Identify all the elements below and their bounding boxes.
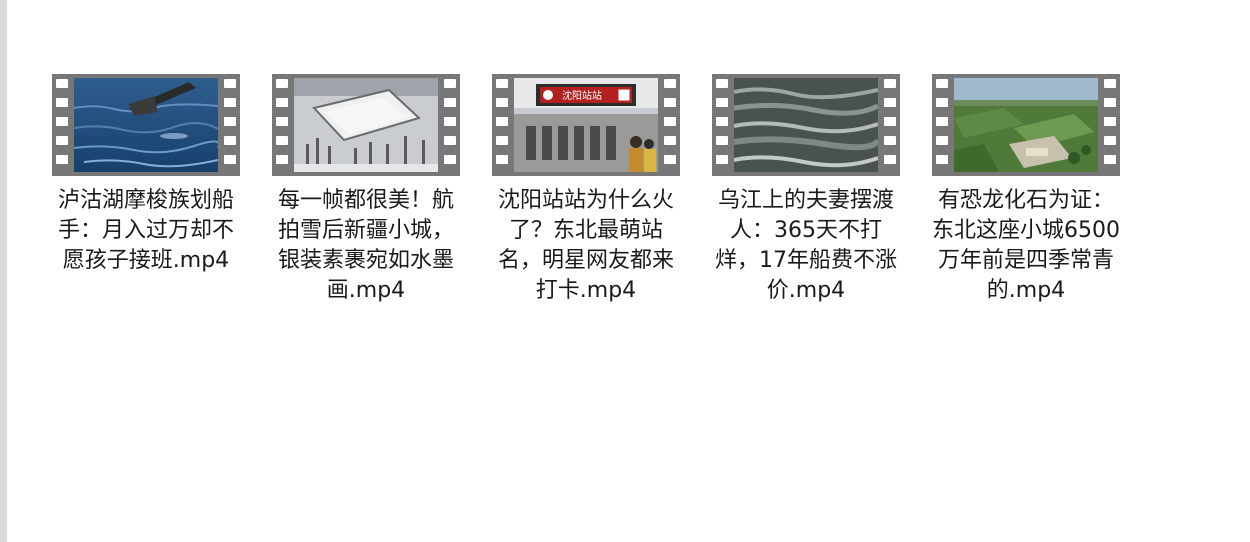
file-item-video-4[interactable]: 乌江上的夫妻摆渡人：365天不打烊，17年船费不涨价.mp4 bbox=[712, 74, 900, 306]
file-item-video-5[interactable]: 有恐龙化石为证：东北这座小城6500万年前是四季常青的.mp4 bbox=[932, 74, 1120, 306]
thumbnail-image-river bbox=[734, 78, 878, 172]
film-strip-left bbox=[272, 74, 292, 176]
thumbnail-image-station: 沈阳站站 bbox=[514, 78, 658, 172]
file-name[interactable]: 有恐龙化石为证：东北这座小城6500万年前是四季常青的.mp4 bbox=[932, 186, 1120, 306]
file-name[interactable]: 每一帧都很美！航拍雪后新疆小城，银装素裹宛如水墨画.mp4 bbox=[272, 186, 460, 306]
video-thumbnail[interactable]: 沈阳站站 bbox=[492, 74, 680, 176]
station-sign-text: 沈阳站站 bbox=[562, 89, 602, 102]
film-strip-right bbox=[220, 74, 240, 176]
video-thumbnail[interactable] bbox=[52, 74, 240, 176]
file-name[interactable]: 泸沽湖摩梭族划船手：月入过万却不愿孩子接班.mp4 bbox=[52, 186, 240, 276]
film-strip-left bbox=[712, 74, 732, 176]
file-item-video-2[interactable]: 每一帧都很美！航拍雪后新疆小城，银装素裹宛如水墨画.mp4 bbox=[272, 74, 460, 306]
file-name[interactable]: 乌江上的夫妻摆渡人：365天不打烊，17年船费不涨价.mp4 bbox=[712, 186, 900, 306]
video-thumbnail[interactable] bbox=[712, 74, 900, 176]
video-thumbnail[interactable] bbox=[272, 74, 460, 176]
file-item-video-1[interactable]: 泸沽湖摩梭族划船手：月入过万却不愿孩子接班.mp4 bbox=[52, 74, 240, 306]
thumbnail-image-park bbox=[954, 78, 1098, 172]
film-strip-left bbox=[52, 74, 72, 176]
film-strip-left bbox=[492, 74, 512, 176]
film-strip-right bbox=[440, 74, 460, 176]
file-name[interactable]: 沈阳站站为什么火了？东北最萌站名，明星网友都来打卡.mp4 bbox=[492, 186, 680, 306]
film-strip-right bbox=[1100, 74, 1120, 176]
film-strip-left bbox=[932, 74, 952, 176]
thumbnail-image-snow-town bbox=[294, 78, 438, 172]
file-grid: 泸沽湖摩梭族划船手：月入过万却不愿孩子接班.mp4 每一帧都很美！航拍雪后新疆小… bbox=[52, 74, 1152, 306]
film-strip-right bbox=[880, 74, 900, 176]
film-strip-right bbox=[660, 74, 680, 176]
file-item-video-3[interactable]: 沈阳站站 沈阳站站为什么火了？东北最萌站名，明星网友都来打卡.mp4 bbox=[492, 74, 680, 306]
video-thumbnail[interactable] bbox=[932, 74, 1120, 176]
window-left-edge bbox=[0, 0, 7, 542]
thumbnail-image-lake bbox=[74, 78, 218, 172]
